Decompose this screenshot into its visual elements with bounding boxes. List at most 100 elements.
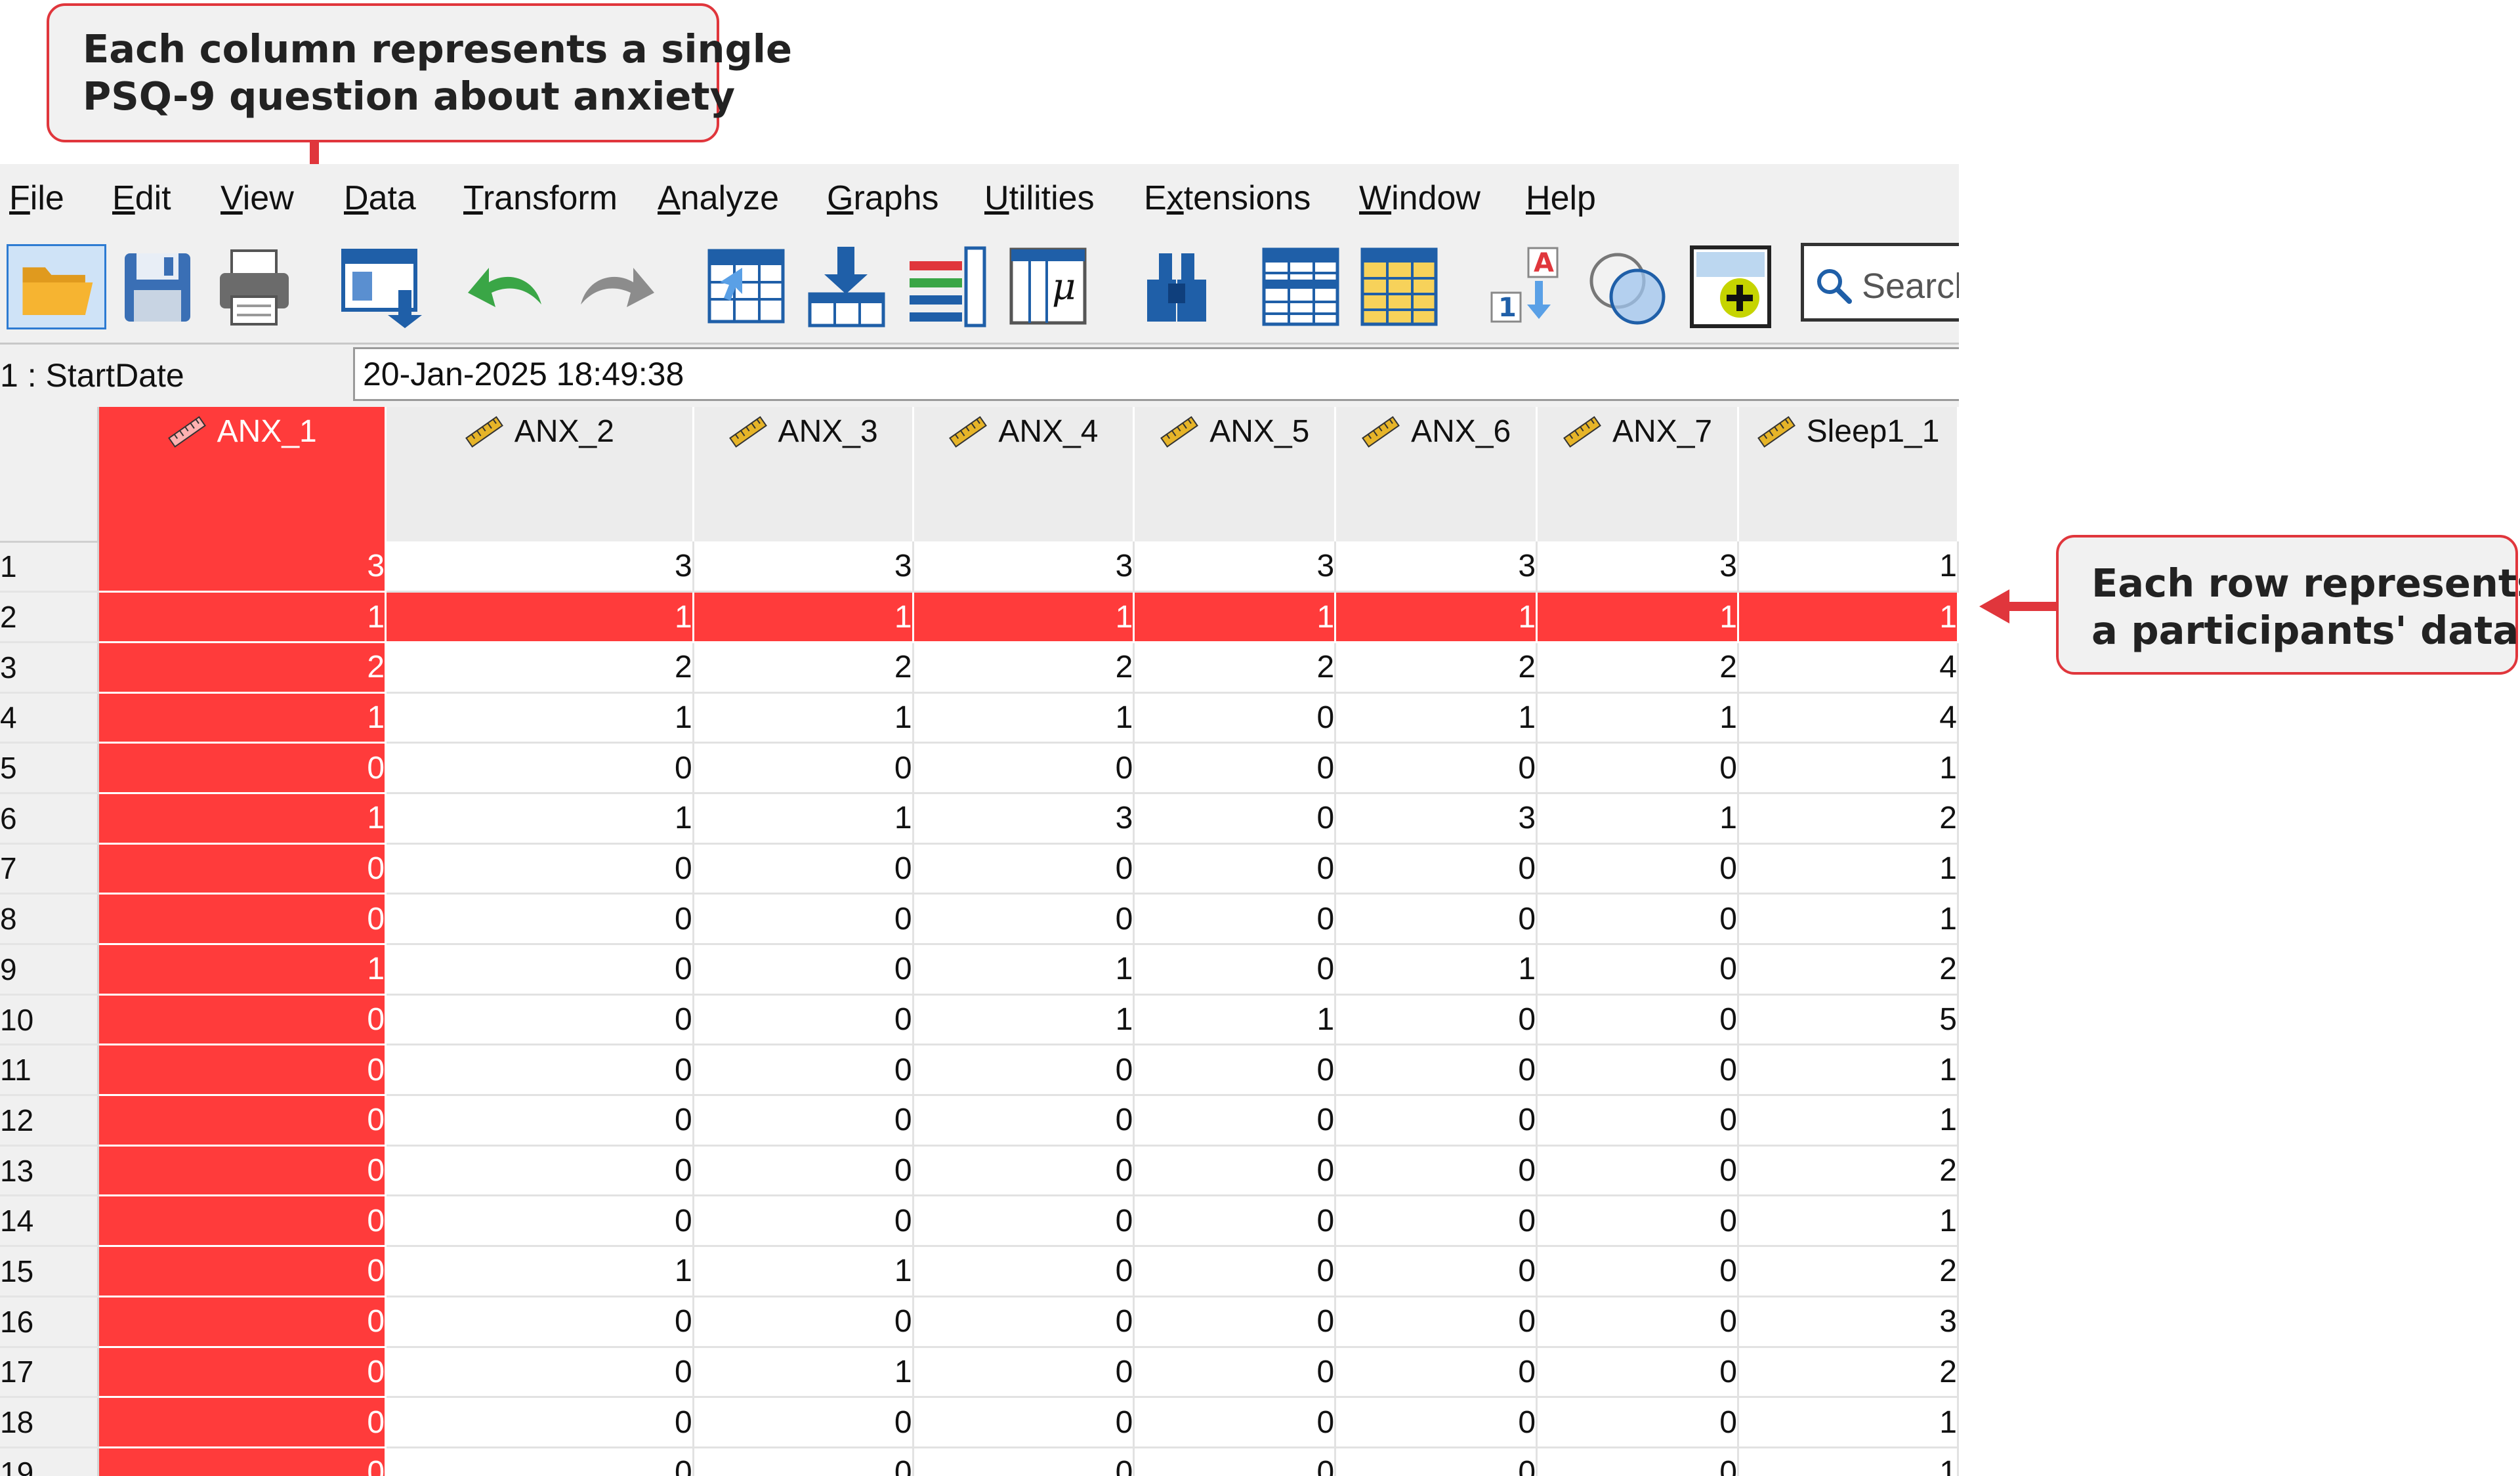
data-cell[interactable]: 0 [693, 843, 914, 895]
data-cell[interactable]: 0 [913, 1347, 1135, 1399]
data-cell[interactable]: 1 [98, 944, 387, 996]
data-cell[interactable]: 0 [1133, 893, 1337, 945]
data-cell[interactable]: 4 [1738, 692, 1959, 744]
data-cell[interactable]: 0 [385, 1095, 694, 1147]
data-cell[interactable]: 0 [385, 994, 694, 1046]
row-header[interactable]: 9 [0, 944, 100, 996]
data-cell[interactable]: 0 [913, 1195, 1135, 1248]
add-extension-button[interactable] [1689, 244, 1773, 329]
data-cell[interactable]: 0 [385, 1397, 694, 1448]
data-cell[interactable]: 1 [1738, 843, 1959, 895]
data-cell[interactable]: 0 [693, 1397, 914, 1448]
data-cell[interactable]: 0 [385, 843, 694, 895]
column-header-anx_3[interactable]: ANX_3 [693, 407, 914, 541]
data-cell[interactable]: 1 [693, 1246, 914, 1297]
row-header[interactable]: 15 [0, 1246, 100, 1297]
data-cell[interactable]: 0 [98, 1195, 387, 1248]
data-cell[interactable]: 2 [913, 642, 1135, 694]
data-cell[interactable]: 0 [98, 1246, 387, 1297]
data-cell[interactable]: 0 [385, 1347, 694, 1399]
data-cell[interactable]: 0 [1536, 1296, 1739, 1348]
data-cell[interactable]: 0 [1536, 1397, 1739, 1448]
use-variable-sets-button[interactable] [1585, 244, 1670, 329]
data-cell[interactable]: 1 [1738, 1447, 1959, 1476]
menu-data[interactable]: Data [344, 179, 416, 218]
data-cell[interactable]: 0 [98, 1347, 387, 1399]
column-header-anx_5[interactable]: ANX_5 [1133, 407, 1337, 541]
data-cell[interactable]: 0 [98, 1145, 387, 1197]
data-cell[interactable]: 0 [1133, 1397, 1337, 1448]
row-header[interactable]: 19 [0, 1447, 100, 1476]
menu-help[interactable]: Help [1526, 179, 1596, 218]
data-cell[interactable]: 0 [913, 742, 1135, 794]
data-cell[interactable]: 0 [1133, 1347, 1337, 1399]
data-cell[interactable]: 0 [1335, 1195, 1538, 1248]
column-header-anx_2[interactable]: ANX_2 [385, 407, 694, 541]
data-cell[interactable]: 3 [1536, 541, 1739, 593]
data-cell[interactable]: 0 [1335, 843, 1538, 895]
data-cell[interactable]: 2 [1536, 642, 1739, 694]
data-cell[interactable]: 0 [98, 994, 387, 1046]
data-cell[interactable]: 0 [385, 1145, 694, 1197]
data-cell[interactable]: 1 [1133, 994, 1337, 1046]
data-cell[interactable]: 0 [693, 1044, 914, 1097]
data-cell[interactable]: 3 [385, 541, 694, 593]
data-cell[interactable]: 0 [1536, 843, 1739, 895]
row-header[interactable]: 10 [0, 994, 100, 1046]
data-cell[interactable]: 1 [98, 793, 387, 845]
find-button[interactable] [1135, 244, 1217, 329]
data-cell[interactable]: 0 [385, 1296, 694, 1348]
data-cell[interactable]: 1 [693, 591, 914, 643]
column-header-anx_1[interactable]: ANX_1 [98, 407, 387, 541]
data-cell[interactable]: 1 [1335, 944, 1538, 996]
column-header-anx_7[interactable]: ANX_7 [1536, 407, 1739, 541]
data-cell[interactable]: 1 [1738, 1095, 1959, 1147]
data-cell[interactable]: 1 [98, 591, 387, 643]
column-header-anx_6[interactable]: ANX_6 [1335, 407, 1538, 541]
row-header[interactable]: 8 [0, 893, 100, 945]
data-cell[interactable]: 0 [385, 1447, 694, 1476]
data-cell[interactable]: 1 [693, 1347, 914, 1399]
row-header[interactable]: 2 [0, 591, 100, 643]
menu-edit[interactable]: Edit [112, 179, 171, 218]
data-cell[interactable]: 0 [1335, 1347, 1538, 1399]
menu-graphs[interactable]: Graphs [827, 179, 939, 218]
data-cell[interactable]: 1 [1738, 1195, 1959, 1248]
row-header[interactable]: 13 [0, 1145, 100, 1197]
split-file-button[interactable] [1260, 244, 1342, 329]
menu-file[interactable]: File [9, 179, 64, 218]
data-cell[interactable]: 1 [913, 692, 1135, 744]
data-cell[interactable]: 2 [385, 642, 694, 694]
data-cell[interactable]: 0 [1133, 742, 1337, 794]
data-cell[interactable]: 1 [693, 793, 914, 845]
row-header[interactable]: 11 [0, 1044, 100, 1097]
data-cell[interactable]: 0 [1536, 1246, 1739, 1297]
data-cell[interactable]: 2 [1738, 1145, 1959, 1197]
data-cell[interactable]: 0 [1335, 1044, 1538, 1097]
data-cell[interactable]: 0 [385, 893, 694, 945]
data-cell[interactable]: 1 [913, 591, 1135, 643]
data-cell[interactable]: 0 [1133, 1095, 1337, 1147]
data-cell[interactable]: 0 [693, 1296, 914, 1348]
data-cell[interactable]: 0 [693, 944, 914, 996]
data-cell[interactable]: 4 [1738, 642, 1959, 694]
row-header[interactable]: 17 [0, 1347, 100, 1399]
data-cell[interactable]: 0 [1536, 742, 1739, 794]
data-cell[interactable]: 0 [385, 944, 694, 996]
data-cell[interactable]: 0 [1536, 1095, 1739, 1147]
data-cell[interactable]: 0 [98, 742, 387, 794]
data-cell[interactable]: 1 [693, 692, 914, 744]
data-cell[interactable]: 0 [1133, 1246, 1337, 1297]
open-folder-button[interactable] [7, 244, 106, 329]
data-cell[interactable]: 0 [1335, 1447, 1538, 1476]
data-cell[interactable]: 0 [693, 893, 914, 945]
data-cell[interactable]: 1 [1133, 591, 1337, 643]
data-cell[interactable]: 0 [1335, 893, 1538, 945]
data-cell[interactable]: 0 [1133, 944, 1337, 996]
data-cell[interactable]: 0 [693, 1447, 914, 1476]
data-cell[interactable]: 0 [1335, 1095, 1538, 1147]
row-header[interactable]: 5 [0, 742, 100, 794]
data-cell[interactable]: 0 [1133, 1044, 1337, 1097]
data-cell[interactable]: 1 [913, 994, 1135, 1046]
data-cell[interactable]: 2 [1738, 1347, 1959, 1399]
